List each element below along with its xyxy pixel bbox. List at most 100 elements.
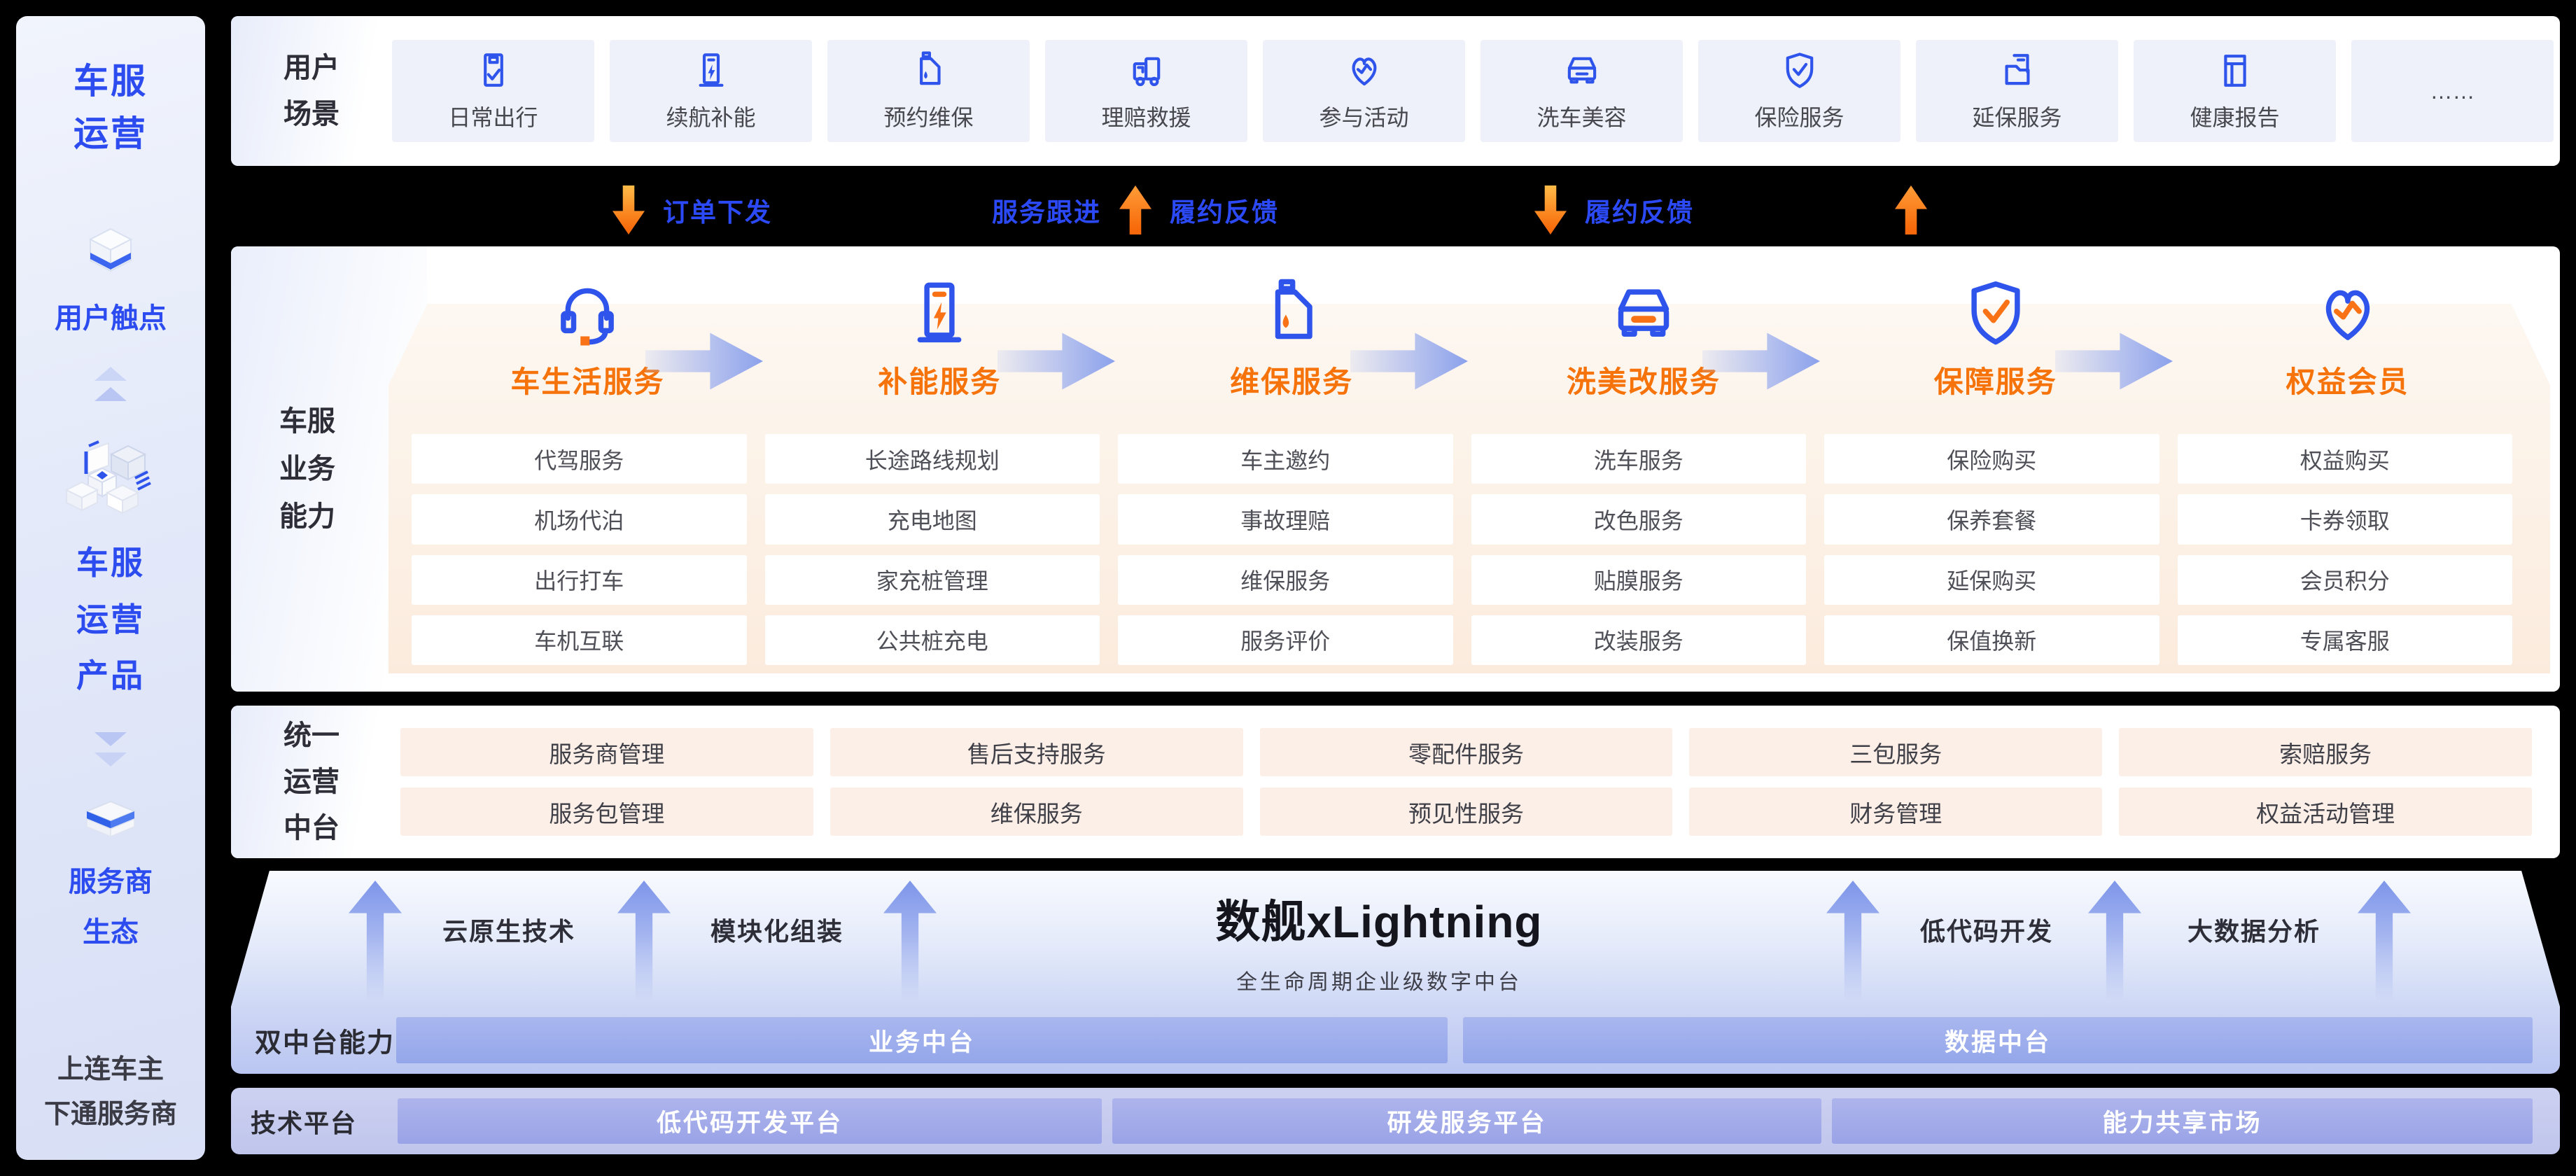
business-column-title: 保障服务 bbox=[1934, 358, 2057, 401]
scenario-card-label: 日常出行 bbox=[448, 100, 538, 132]
dual-platform-label: 双中台能力 bbox=[255, 1021, 395, 1060]
scenario-card-label: 理赔救援 bbox=[1101, 100, 1191, 132]
scenario-card-extended-warranty: 延保服务 bbox=[1916, 40, 2118, 142]
capability-cell: 代驾服务 bbox=[412, 434, 747, 484]
scenario-card-label: 健康报告 bbox=[2190, 100, 2279, 132]
scenario-card-daily-travel: 日常出行 bbox=[392, 40, 594, 142]
user-scenarios-label: 用户 场景 bbox=[231, 16, 392, 166]
sidebar-title: 车服 运营 bbox=[74, 55, 148, 160]
arrow-up-icon bbox=[2088, 881, 2141, 1001]
sidebar-footer-note: 上连车主 下通服务商 bbox=[44, 1047, 177, 1138]
capability-cell: 保值换新 bbox=[1824, 615, 2160, 665]
business-middle-platform-bar: 业务中台 bbox=[396, 1017, 1448, 1063]
capability-cell: 车机互联 bbox=[412, 615, 747, 665]
capability-cell: 卡券领取 bbox=[2178, 494, 2513, 544]
capability-cell: 出行打车 bbox=[412, 555, 747, 605]
user-scenarios-panel: 用户 场景 日常出行 续航补能 bbox=[231, 16, 2560, 166]
flow-label: 履约反馈 bbox=[1585, 191, 1694, 229]
middleware-cell: 预见性服务 bbox=[1260, 788, 1673, 836]
rescue-truck-icon bbox=[1126, 50, 1167, 91]
capability-cell: 改装服务 bbox=[1471, 615, 1807, 665]
sidebar-item-vehicle-service-product: 车服 运营 产品 bbox=[76, 535, 145, 704]
tech-platform-label: 技术平台 bbox=[251, 1103, 357, 1140]
warranty-doc-icon bbox=[1997, 50, 2038, 91]
checklist-icon bbox=[473, 50, 514, 91]
capability-cell: 维保服务 bbox=[1118, 555, 1453, 605]
capability-cell: 事故理赔 bbox=[1118, 494, 1453, 544]
arrow-up-icon bbox=[1826, 881, 1879, 1001]
scenario-card-label: 参与活动 bbox=[1319, 100, 1408, 132]
capability-cell: 延保购买 bbox=[1824, 555, 2160, 605]
scenario-card-maintenance-booking: 预约维保 bbox=[827, 40, 1030, 142]
unified-operation-cells: 服务商管理 售后支持服务 零配件服务 三包服务 索赔服务 服务包管理 维保服务 … bbox=[392, 706, 2560, 858]
business-header-member-rights: 权益会员 bbox=[2171, 277, 2524, 437]
arrow-down-icon bbox=[612, 186, 645, 234]
capability-cell: 服务评价 bbox=[1118, 615, 1453, 665]
flow-fulfillment-feedback: 履约反馈 bbox=[1534, 176, 1694, 244]
middleware-cell: 售后支持服务 bbox=[830, 728, 1243, 776]
scenario-card-label: …… bbox=[2430, 78, 2475, 104]
scenario-card-label: 洗车美容 bbox=[1536, 100, 1626, 132]
business-capability-cells: 代驾服务 机场代泊 出行打车 车机互联 长途路线规划 充电地图 家充桩管理 公共… bbox=[412, 434, 2512, 665]
platform-capability-label: 云原生技术 bbox=[442, 911, 575, 948]
scenario-card-label: 续航补能 bbox=[666, 100, 755, 132]
middleware-cell: 索赔服务 bbox=[2119, 728, 2532, 776]
dual-middle-platform-band: 双中台能力 业务中台 数据中台 bbox=[231, 1007, 2560, 1074]
flow-label: 订单下发 bbox=[663, 191, 772, 229]
middleware-cell: 三包服务 bbox=[1689, 728, 2102, 776]
flow-up-arrow-only bbox=[1895, 176, 1927, 244]
platform-subtitle: 全生命周期企业级数字中台 bbox=[1215, 965, 1542, 995]
middleware-cell: 服务商管理 bbox=[400, 728, 813, 776]
report-icon bbox=[2215, 50, 2255, 91]
capability-cell: 权益购买 bbox=[2178, 434, 2513, 484]
cubes-cluster-icon bbox=[65, 433, 156, 528]
platform-title: 数舰xLightning bbox=[1215, 886, 1542, 951]
scenario-card-label: 延保服务 bbox=[1972, 100, 2062, 132]
capability-cell: 贴膜服务 bbox=[1471, 555, 1807, 605]
arrow-up-icon bbox=[883, 881, 937, 1001]
platform-capability-label: 大数据分析 bbox=[2188, 911, 2320, 948]
scenario-card-insurance: 保险服务 bbox=[1698, 40, 1900, 142]
scenario-card-activities: 参与活动 bbox=[1263, 40, 1465, 142]
charging-pile-icon bbox=[903, 277, 976, 350]
flow-service-follow-feedback: 服务跟进 履约反馈 bbox=[992, 176, 1279, 244]
middleware-cell: 维保服务 bbox=[830, 788, 1243, 836]
car-icon bbox=[1607, 277, 1680, 350]
flow-label: 服务跟进 bbox=[992, 191, 1101, 229]
scenario-card-label: 预约维保 bbox=[883, 100, 973, 132]
heart-pulse-icon bbox=[1344, 50, 1385, 91]
unified-operation-label: 统一 运营 中台 bbox=[231, 706, 392, 858]
scenario-card-range-recharge: 续航补能 bbox=[610, 40, 812, 142]
capability-cell: 公共桩充电 bbox=[765, 615, 1100, 665]
platform-title-block: 数舰xLightning 全生命周期企业级数字中台 bbox=[1215, 886, 1542, 995]
middleware-cell: 零配件服务 bbox=[1260, 728, 1673, 776]
heart-pulse-icon bbox=[2311, 277, 2384, 350]
arrow-down-icon bbox=[1534, 186, 1567, 234]
headset-icon bbox=[551, 277, 624, 350]
flow-order-dispatch: 订单下发 bbox=[612, 176, 772, 244]
business-column-title: 维保服务 bbox=[1230, 358, 1353, 401]
scenario-card-car-wash: 洗车美容 bbox=[1480, 40, 1683, 142]
unified-operation-panel: 统一 运营 中台 服务商管理 售后支持服务 零配件服务 三包服务 索赔服务 服务… bbox=[231, 706, 2560, 858]
platform-capability-label: 模块化组装 bbox=[710, 911, 844, 948]
scenario-card-health-report: 健康报告 bbox=[2134, 40, 2336, 142]
arrow-up-icon bbox=[1119, 186, 1152, 234]
data-middle-platform-bar: 数据中台 bbox=[1463, 1017, 2533, 1063]
chevron-down-icon bbox=[94, 732, 127, 766]
capability-cell: 保养套餐 bbox=[1824, 494, 2160, 544]
arrow-up-icon bbox=[617, 881, 671, 1001]
flow-arrows-row: 订单下发 服务跟进 履约反馈 履约反馈 bbox=[0, 176, 2576, 244]
business-column-title: 补能服务 bbox=[878, 358, 1001, 401]
capability-cell: 专属客服 bbox=[2178, 615, 2513, 665]
arrow-up-icon bbox=[1895, 186, 1927, 234]
lowcode-platform-bar: 低代码开发平台 bbox=[398, 1098, 1102, 1144]
sidebar-item-user-touchpoint: 用户触点 bbox=[55, 295, 167, 336]
middleware-cell: 权益活动管理 bbox=[2119, 788, 2532, 836]
capability-cell: 充电地图 bbox=[765, 494, 1100, 544]
middleware-cell: 财务管理 bbox=[1689, 788, 2102, 836]
sidebar-item-service-provider-ecosystem: 服务商 生态 bbox=[69, 857, 153, 958]
business-capability-label: 车服 业务 能力 bbox=[255, 398, 360, 540]
business-column-title: 权益会员 bbox=[2286, 358, 2409, 401]
capability-cell: 车主邀约 bbox=[1118, 434, 1453, 484]
capability-cell: 长途路线规划 bbox=[765, 434, 1100, 484]
